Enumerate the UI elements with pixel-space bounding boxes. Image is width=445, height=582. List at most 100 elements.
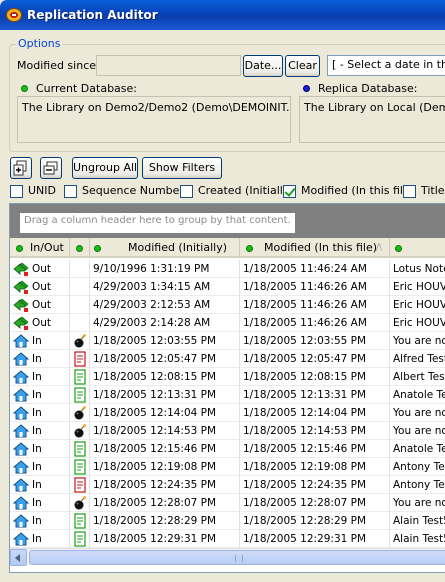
modified-in-file-value: 1/18/2005 12:14:53 PM <box>243 425 367 437</box>
replica-db-label: Replica Database: <box>318 82 418 95</box>
cell-in-out: In <box>10 422 70 440</box>
modified-initially-value: 1/18/2005 12:28:29 PM <box>93 515 217 527</box>
header-modified-initially[interactable]: Modified (Initially) <box>90 238 240 258</box>
replicate-in-icon <box>12 351 30 367</box>
header-in-out[interactable]: In/Out <box>10 238 70 258</box>
doc-icon-dot-icon <box>76 245 83 252</box>
modified-since-field[interactable] <box>96 55 241 76</box>
cell-modified-in-file: 1/18/2005 11:46:26 AM <box>240 314 390 332</box>
header-in-out-label: In/Out <box>30 241 64 254</box>
created-initially-checkbox[interactable] <box>180 185 193 198</box>
cell-in-out: In <box>10 386 70 404</box>
table-row[interactable]: Out 4/29/2003 2:14:28 AM 1/18/2005 11:46:2… <box>10 314 445 332</box>
green-document-icon <box>72 387 88 403</box>
replicate-in-icon <box>12 369 30 385</box>
bomb-icon <box>72 333 88 349</box>
cell-modified-in-file: 1/18/2005 12:14:53 PM <box>240 422 390 440</box>
table-row[interactable]: In 1/18/2005 12:08:15 PM 1/18/2005 12:08:1… <box>10 368 445 386</box>
cell-modified-in-file: 1/18/2005 12:28:29 PM <box>240 512 390 530</box>
cell-doc-icon <box>70 530 90 548</box>
cell-modified-initially: 9/10/1996 1:31:19 PM <box>90 260 240 278</box>
green-document-icon <box>72 513 88 529</box>
cell-last-column: Eric HOUVE <box>390 314 445 332</box>
cell-doc-icon <box>70 368 90 386</box>
table-row[interactable]: Out 4/29/2003 1:34:15 AM 1/18/2005 11:46:2… <box>10 278 445 296</box>
table-row[interactable]: Out 9/10/1996 1:31:19 PM 1/18/2005 11:46:2… <box>10 260 445 278</box>
clear-button[interactable]: Clear <box>285 55 320 77</box>
in-out-value: Out <box>32 299 52 311</box>
modified-in-file-checkbox[interactable] <box>283 185 296 198</box>
replicate-in-icon <box>12 531 30 547</box>
in-out-value: Out <box>32 281 52 293</box>
in-out-value: In <box>32 425 42 437</box>
cell-modified-in-file: 1/18/2005 12:15:46 PM <box>240 440 390 458</box>
cell-modified-initially: 1/18/2005 12:08:15 PM <box>90 368 240 386</box>
collapse-all-button[interactable] <box>40 157 62 179</box>
group-by-area[interactable]: Drag a column header here to group by th… <box>10 204 445 238</box>
table-row[interactable]: In 1/18/2005 12:03:55 PM 1/18/2005 12:03:5… <box>10 332 445 350</box>
modified-initially-value: 1/18/2005 12:08:15 PM <box>93 371 217 383</box>
date-button[interactable]: Date... <box>243 55 283 77</box>
modified-in-file-value: 1/18/2005 12:28:07 PM <box>243 497 367 509</box>
cell-in-out: In <box>10 512 70 530</box>
header-doc-icon[interactable] <box>70 238 90 258</box>
unid-checkbox[interactable] <box>10 185 23 198</box>
title-label: Title <box>421 184 445 197</box>
last-column-value: Anatole Te <box>393 389 445 401</box>
table-row[interactable]: Out 4/29/2003 2:12:53 AM 1/18/2005 11:46:2… <box>10 296 445 314</box>
table-row[interactable]: In 1/18/2005 12:28:07 PM 1/18/2005 12:28:0… <box>10 494 445 512</box>
cell-modified-initially: 1/18/2005 12:28:07 PM <box>90 494 240 512</box>
modified-initially-value: 1/18/2005 12:14:04 PM <box>93 407 217 419</box>
table-row[interactable]: In 1/18/2005 12:13:31 PM 1/18/2005 12:13:3… <box>10 386 445 404</box>
cell-last-column: Eric HOUVE <box>390 296 445 314</box>
cell-last-column: You are no <box>390 404 445 422</box>
header-modified-in-file[interactable]: Modified (In this file) /\ <box>240 238 390 258</box>
horizontal-scrollbar[interactable] <box>10 548 445 566</box>
expand-all-button[interactable] <box>10 157 32 179</box>
modified-initially-value: 1/18/2005 12:05:47 PM <box>93 353 217 365</box>
cell-last-column: Eric HOUVE <box>390 278 445 296</box>
header-last-column[interactable] <box>390 238 445 258</box>
last-column-dot-icon <box>395 245 402 252</box>
bomb-icon <box>72 405 88 421</box>
table-row[interactable]: In 1/18/2005 12:29:31 PM 1/18/2005 12:29:3… <box>10 530 445 548</box>
title-bar[interactable]: Replication Auditor <box>0 0 445 30</box>
in-out-value: In <box>32 389 42 401</box>
cell-in-out: In <box>10 530 70 548</box>
modified-initially-value: 1/18/2005 12:29:31 PM <box>93 533 217 545</box>
date-select[interactable]: [ - Select a date in the R <box>327 55 445 76</box>
last-column-value: Alain Test5 <box>393 515 445 527</box>
modified-initially-value: 9/10/1996 1:31:19 PM <box>93 263 210 275</box>
cell-in-out: In <box>10 494 70 512</box>
current-db-value: The Library on Demo2/Demo2 (Demo\DEMOINI… <box>22 101 291 114</box>
cell-last-column: Antony Tes <box>390 458 445 476</box>
table-row[interactable]: In 1/18/2005 12:14:04 PM 1/18/2005 12:14:0… <box>10 404 445 422</box>
scroll-thumb[interactable] <box>29 550 445 565</box>
documents-grid: Drag a column header here to group by th… <box>9 203 445 573</box>
scroll-left-button[interactable] <box>10 549 27 566</box>
table-row[interactable]: In 1/18/2005 12:05:47 PM 1/18/2005 12:05:4… <box>10 350 445 368</box>
cell-modified-initially: 1/18/2005 12:24:35 PM <box>90 476 240 494</box>
replica-db-field: The Library on Local (Demoin <box>299 96 445 143</box>
created-initially-label: Created (Initially) <box>198 184 294 197</box>
table-row[interactable]: In 1/18/2005 12:28:29 PM 1/18/2005 12:28:2… <box>10 512 445 530</box>
green-document-icon <box>72 531 88 547</box>
group-by-hint: Drag a column header here to group by th… <box>20 213 295 233</box>
replicate-out-icon <box>13 297 29 313</box>
current-db-label: Current Database: <box>36 82 138 95</box>
cell-modified-in-file: 1/18/2005 12:29:31 PM <box>240 530 390 548</box>
sequence-number-checkbox[interactable] <box>64 185 77 198</box>
cell-doc-icon <box>70 512 90 530</box>
cell-last-column: Lotus Note <box>390 260 445 278</box>
table-row[interactable]: In 1/18/2005 12:14:53 PM 1/18/2005 12:14:5… <box>10 422 445 440</box>
table-row[interactable]: In 1/18/2005 12:15:46 PM 1/18/2005 12:15:4… <box>10 440 445 458</box>
title-checkbox[interactable] <box>403 185 416 198</box>
table-row[interactable]: In 1/18/2005 12:19:08 PM 1/18/2005 12:19:0… <box>10 458 445 476</box>
cell-in-out: In <box>10 476 70 494</box>
ungroup-all-button[interactable]: Ungroup All <box>72 157 138 179</box>
table-row[interactable]: In 1/18/2005 12:24:35 PM 1/18/2005 12:24:3… <box>10 476 445 494</box>
show-filters-button[interactable]: Show Filters <box>142 157 222 179</box>
green-document-icon <box>72 369 88 385</box>
cell-doc-icon <box>70 332 90 350</box>
modified-in-file-label: Modified (In this file) <box>301 184 415 197</box>
